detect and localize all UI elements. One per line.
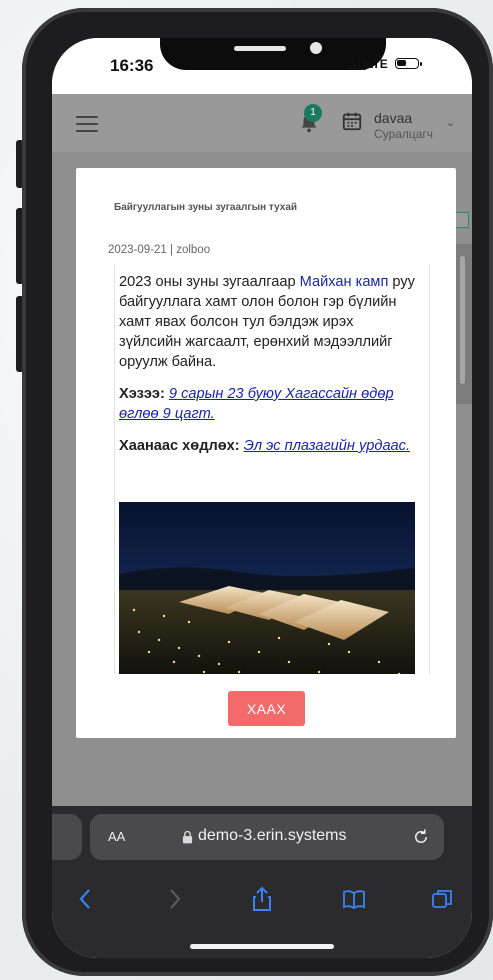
previous-tab[interactable] <box>52 814 82 860</box>
bookmarks-icon[interactable] <box>342 886 366 912</box>
camp-name: Майхан камп <box>299 274 389 290</box>
address-bar[interactable]: AA demo-3.erin.systems <box>90 814 444 860</box>
share-icon[interactable] <box>250 886 274 912</box>
forward-icon[interactable] <box>162 886 186 912</box>
status-bar: 16:36 LTE <box>52 38 472 94</box>
background-checkbox <box>455 212 469 228</box>
notification-badge: 1 <box>304 104 322 122</box>
status-time: 16:36 <box>110 56 154 75</box>
chevron-down-icon[interactable]: ⌄ <box>446 116 455 129</box>
battery-icon <box>395 58 422 69</box>
text-size-button[interactable]: AA <box>108 829 125 844</box>
home-indicator[interactable] <box>190 944 334 949</box>
speaker-icon <box>234 46 286 51</box>
signal-icon <box>348 60 366 70</box>
back-icon[interactable] <box>74 886 98 912</box>
when-label: Хэзээ: <box>119 386 165 402</box>
modal-content[interactable]: 2023 оны зуны зугаалгаар Майхан камп руу… <box>114 264 430 674</box>
where-paragraph: Хаанаас хөдлөх: Эл эс плазагийн урдаас. <box>119 436 419 456</box>
url-text[interactable]: demo-3.erin.systems <box>198 827 347 845</box>
tabs-icon[interactable] <box>430 886 454 912</box>
post-meta: 2023-09-21 | zolboo <box>108 244 211 256</box>
user-role: Суралцагч <box>374 127 434 141</box>
app-header: 1 davaa Суралцагч ⌄ <box>52 94 472 152</box>
lock-icon <box>182 830 193 844</box>
browser-toolbar: AA demo-3.erin.systems <box>52 806 472 958</box>
close-button[interactable]: ХААХ <box>228 691 305 726</box>
when-paragraph: Хэзээ: 9 сарын 23 буюу Хагассайн өдөр өг… <box>119 384 419 424</box>
app-background: 1 davaa Суралцагч ⌄ Байгууллагын зуны зу… <box>52 94 472 856</box>
where-link[interactable]: Эл эс плазагийн урдаас. <box>244 438 410 454</box>
network-type: LTE <box>366 57 388 71</box>
intro-paragraph: 2023 оны зуны зугаалгаар Майхан камп руу… <box>119 274 415 370</box>
camera-icon <box>310 42 322 54</box>
phone-screen: 16:36 LTE 1 davaa Суралцагч ⌄ Байгууллаг… <box>52 38 472 958</box>
camp-photo <box>119 502 415 674</box>
scrollbar[interactable] <box>460 256 465 384</box>
browser-nav-bar <box>52 886 472 916</box>
user-name[interactable]: davaa <box>374 110 412 126</box>
menu-icon[interactable] <box>76 116 98 132</box>
where-label: Хаанаас хөдлөх: <box>119 438 240 454</box>
modal-title: Байгууллагын зуны зугаалгын тухай <box>114 202 298 213</box>
calendar-icon[interactable] <box>341 110 363 132</box>
reload-icon[interactable] <box>412 828 430 846</box>
announcement-modal: Байгууллагын зуны зугаалгын тухай 2023-0… <box>76 168 456 738</box>
